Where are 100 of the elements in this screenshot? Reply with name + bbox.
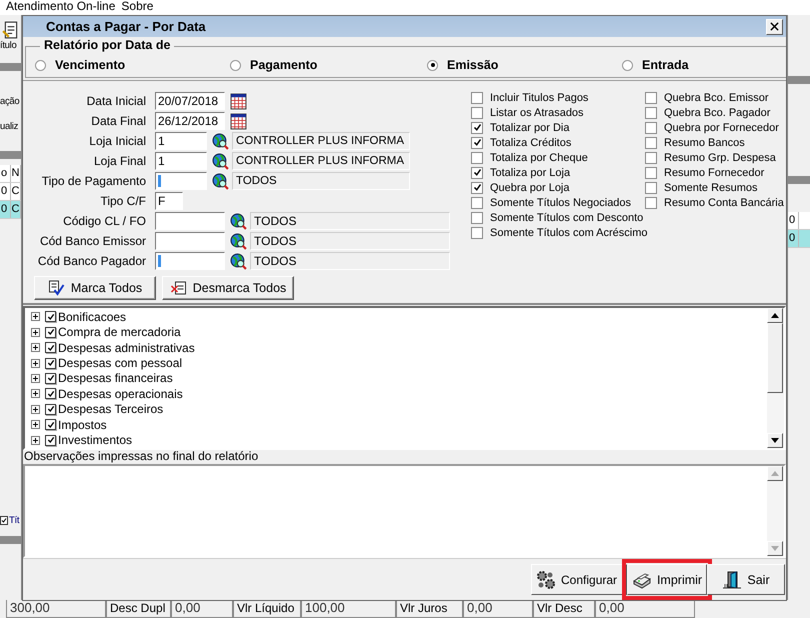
expand-icon[interactable] [31,389,40,398]
scroll-thumb[interactable] [767,323,783,393]
radio-button[interactable] [427,60,438,70]
tree-item[interactable]: Despesas com pessoal [58,356,182,370]
checkbox-label[interactable]: Resumo Grp. Despesa [664,152,776,164]
checkbox[interactable] [45,342,56,354]
down-arrow-icon[interactable] [771,438,779,443]
checkbox[interactable] [645,92,657,104]
globe-search-icon[interactable] [230,212,247,230]
checkbox-label[interactable]: Incluir Titulos Pagos [490,92,588,104]
input-field[interactable]: 20/07/2018 [155,92,225,110]
input-field[interactable] [155,232,225,250]
checkbox[interactable] [471,182,483,194]
checkbox-label[interactable]: Quebra por Fornecedor [664,122,779,134]
checkbox[interactable] [45,372,56,384]
checkbox-label[interactable]: Resumo Fornecedor [664,166,764,178]
checkbox[interactable] [45,358,56,369]
radio-label[interactable]: Entrada [642,58,689,72]
checkbox[interactable] [645,166,657,178]
checkbox-label[interactable]: Quebra Bco. Pagador [664,106,770,118]
table-row[interactable]: 0 C [0,201,21,219]
expand-icon[interactable] [31,420,40,430]
checkbox[interactable] [471,166,483,178]
checkbox-label[interactable]: Listar os Atrasados [490,106,584,118]
input-field[interactable]: 1 [155,152,207,170]
radio-button[interactable] [35,60,46,70]
expand-icon[interactable] [31,436,40,445]
checkbox[interactable] [45,434,56,446]
input-field[interactable] [155,252,225,270]
configure-button[interactable]: Configurar [531,564,627,595]
checkbox[interactable] [45,419,56,430]
checkbox-label[interactable]: Totaliza por Cheque [490,152,588,164]
unmark-all-button[interactable]: Desmarca Todos [162,276,294,300]
checkbox[interactable] [0,516,8,525]
scroll-up-button[interactable] [767,308,783,323]
checkbox-label[interactable]: Somente Resumos [664,182,758,194]
tree-item[interactable]: Despesas financeiras [58,371,173,386]
exit-button[interactable]: Sair [707,564,785,595]
close-icon[interactable] [770,22,779,31]
tree-item[interactable]: Compra de mercadoria [58,325,181,340]
input-field[interactable]: F [155,192,183,210]
menu-item[interactable]: Sobre [121,0,154,15]
checkbox-label[interactable]: Quebra por Loja [490,182,570,194]
checkbox[interactable] [471,152,483,164]
expand-icon[interactable] [31,374,40,383]
mark-all-button[interactable]: Marca Todos [34,276,156,300]
radio-label[interactable]: Emissão [447,58,498,72]
checkbox[interactable] [471,136,483,148]
globe-search-icon[interactable] [212,172,229,190]
expand-icon[interactable] [31,358,40,368]
input-field[interactable] [155,172,207,190]
checkbox-label[interactable]: Somente Títulos com Desconto [490,212,644,224]
checkbox[interactable] [645,182,657,194]
checkbox[interactable] [471,106,483,118]
checkbox-label[interactable]: Totaliza Créditos [490,136,572,148]
checkbox[interactable] [45,404,56,415]
tree-item[interactable]: Bonificacoes [58,310,126,324]
radio-label[interactable]: Pagamento [250,58,318,72]
checkbox[interactable] [471,196,483,208]
expand-icon[interactable] [31,343,40,352]
input-field[interactable]: 1 [155,132,207,150]
tree-item[interactable]: Impostos [58,418,107,432]
checkbox[interactable] [471,226,483,238]
checkbox[interactable] [45,311,56,322]
checkbox-label[interactable]: Resumo Conta Bancária [664,196,784,208]
globe-search-icon[interactable] [212,152,229,170]
checkbox-label[interactable]: Resumo Bancos [664,136,745,148]
radio-button[interactable] [230,60,241,70]
checkbox-label[interactable]: Somente Títulos com Acréscimo [490,226,648,238]
checkbox[interactable] [45,326,56,338]
checkbox[interactable] [645,196,657,208]
close-button[interactable] [766,18,783,34]
up-arrow-icon[interactable] [771,313,779,318]
checkbox[interactable] [645,136,657,148]
menu-item[interactable]: Atendimento On-line [6,0,116,15]
document-icon[interactable] [2,21,20,39]
checkbox-label[interactable]: Somente Títulos Negociados [490,196,632,208]
tab-label[interactable]: Tít [9,515,20,526]
scroll-down-button[interactable] [767,433,783,448]
checkbox[interactable] [471,92,483,104]
checkbox[interactable] [471,212,483,224]
input-field[interactable] [155,212,225,230]
tree-item[interactable]: Despesas administrativas [58,340,195,355]
checkbox-label[interactable]: Quebra Bco. Emissor [664,92,769,104]
checkbox-label[interactable]: Totaliza por Loja [490,166,570,178]
scrollbar[interactable] [767,308,784,448]
tree-item[interactable]: Investimentos [58,433,132,448]
globe-search-icon[interactable] [230,252,247,270]
input-field[interactable]: 26/12/2018 [155,112,225,130]
expand-icon[interactable] [31,312,40,322]
calendar-icon[interactable] [230,112,247,130]
expand-icon[interactable] [31,404,40,414]
checkbox[interactable] [645,106,657,118]
globe-search-icon[interactable] [230,232,247,250]
checkbox[interactable] [645,122,657,134]
table-row[interactable]: 0 C [0,183,21,201]
tree-item[interactable]: Despesas Terceiros [58,402,164,416]
checkbox[interactable] [471,122,483,134]
tree-item[interactable]: Despesas operacionais [58,386,183,401]
globe-search-icon[interactable] [212,132,229,150]
